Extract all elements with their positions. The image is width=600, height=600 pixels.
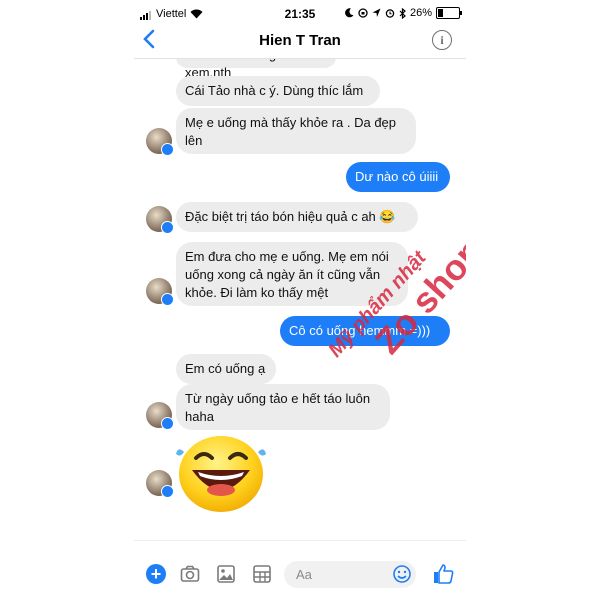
rotation-lock-icon [358, 8, 368, 18]
contact-avatar[interactable] [146, 128, 174, 156]
battery-percent: 26% [409, 7, 432, 19]
message-bubble[interactable]: Dư nào cô úiiii [346, 162, 450, 192]
messenger-badge-icon [161, 221, 174, 234]
conversation-header: Hien T Tran i [134, 28, 466, 59]
location-icon [372, 8, 381, 17]
thumbs-up-icon[interactable] [432, 563, 454, 585]
info-button[interactable]: i [432, 30, 452, 50]
messenger-badge-icon [161, 293, 174, 306]
messenger-screen: Viettel 21:35 26% Hien T Tran i Thế nên … [134, 0, 466, 600]
message-bubble[interactable]: Đặc biệt trị táo bón hiệu quả c ah 😂 [176, 202, 418, 232]
compose-bar: + Aa [134, 540, 466, 600]
message-bubble[interactable]: Em đưa cho mẹ e uống. Mẹ em nói uống xon… [176, 242, 408, 306]
gallery-icon[interactable] [216, 564, 236, 584]
contact-avatar[interactable] [146, 470, 174, 498]
messenger-badge-icon [161, 417, 174, 430]
message-bubble[interactable]: Cái Tảo nhà c ý. Dùng thíc lắm [176, 76, 380, 106]
laughing-tears-emoji[interactable] [174, 430, 268, 514]
message-bubble[interactable]: Em có uống ạ [176, 354, 276, 384]
emoji-icon[interactable] [392, 564, 412, 584]
battery-icon [436, 7, 462, 19]
contact-avatar[interactable] [146, 402, 174, 430]
message-bubble[interactable]: Từ ngày uống tảo e hết táo luôn haha [176, 384, 390, 430]
contact-name[interactable]: Hien T Tran [134, 32, 466, 49]
status-bar: Viettel 21:35 26% [134, 0, 466, 28]
message-input[interactable]: Aa [284, 561, 416, 588]
contact-avatar[interactable] [146, 278, 174, 306]
status-right: 26% [345, 7, 462, 19]
bluetooth-icon [399, 7, 406, 19]
message-input-placeholder: Aa [296, 567, 312, 582]
camera-icon[interactable] [180, 564, 200, 584]
message-bubble[interactable]: Cô có uống hemmm =))) [280, 316, 450, 346]
contact-avatar[interactable] [146, 206, 174, 234]
plus-button[interactable]: + [146, 564, 166, 584]
moon-icon [345, 8, 354, 18]
message-bubble[interactable]: Mẹ e uống mà thấy khỏe ra . Da đẹp lên [176, 108, 416, 154]
info-icon: i [440, 33, 444, 47]
messenger-badge-icon [161, 143, 174, 156]
alarm-icon [385, 9, 395, 18]
messenger-badge-icon [161, 485, 174, 498]
grid-icon[interactable] [252, 564, 272, 584]
